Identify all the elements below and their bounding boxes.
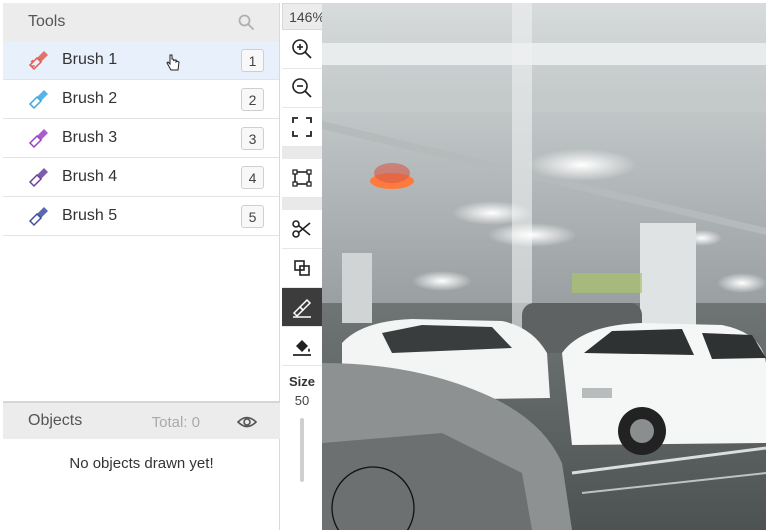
- shortcut-key: 1: [241, 49, 264, 72]
- tool-item-brush-2[interactable]: Brush 2 2: [3, 80, 279, 119]
- size-label: Size: [288, 374, 315, 389]
- tool-label: Brush 2: [62, 90, 118, 107]
- image-canvas[interactable]: [322, 3, 766, 530]
- tool-item-brush-5[interactable]: Brush 5 5: [3, 197, 279, 236]
- tool-label: Brush 5: [62, 207, 118, 224]
- fit-screen-button[interactable]: [282, 108, 322, 147]
- objects-title: Objects: [28, 412, 83, 429]
- objects-panel: Objects Total: 0 No objects drawn yet!: [3, 401, 280, 472]
- zoom-in-button[interactable]: [282, 30, 322, 69]
- shortcut-key: 3: [241, 127, 264, 150]
- brush-tool-button[interactable]: [282, 288, 322, 327]
- shortcut-key: 4: [241, 166, 264, 189]
- brush-1-icon: [28, 51, 48, 71]
- fit-screen-icon: [292, 117, 312, 137]
- scissors-button[interactable]: [282, 210, 322, 249]
- shortcut-key: 2: [241, 88, 264, 111]
- brush-icon: [292, 298, 312, 318]
- zoom-in-icon: [292, 39, 312, 59]
- brush-4-icon: [28, 168, 48, 188]
- tools-title: Tools: [28, 13, 66, 30]
- brush-size-control: Size 50: [282, 374, 322, 482]
- tool-item-brush-4[interactable]: Brush 4 4: [3, 158, 279, 197]
- layers-button[interactable]: [282, 249, 322, 288]
- fill-icon: [293, 340, 311, 356]
- objects-total: Total: 0: [151, 414, 200, 431]
- tool-label: Brush 3: [62, 129, 118, 146]
- brush-3-icon: [28, 129, 48, 149]
- toolbar-divider: [282, 198, 322, 210]
- tool-label: Brush 1: [62, 51, 118, 68]
- toolbar-divider: [282, 147, 322, 159]
- zoom-out-icon: [292, 78, 312, 98]
- zoom-out-button[interactable]: [282, 69, 322, 108]
- empty-objects-message: No objects drawn yet!: [69, 455, 214, 472]
- tools-panel: Tools Brush 1 1 Brush 2 2 Brush 3 3 Brus…: [3, 3, 280, 530]
- parking-garage-image: [322, 3, 766, 530]
- hand-cursor-icon: [166, 54, 180, 71]
- tool-item-brush-3[interactable]: Brush 3 3: [3, 119, 279, 158]
- scissors-icon: [292, 220, 311, 238]
- crop-box-icon: [292, 169, 312, 187]
- fill-button[interactable]: [282, 327, 322, 366]
- brush-2-icon: [28, 90, 48, 110]
- layers-icon: [294, 260, 310, 276]
- tool-label: Brush 4: [62, 168, 118, 185]
- search-icon[interactable]: [237, 13, 255, 31]
- tool-item-brush-1[interactable]: Brush 1 1: [3, 41, 279, 80]
- brush-5-icon: [28, 207, 48, 227]
- size-slider[interactable]: [300, 418, 304, 482]
- crop-box-button[interactable]: [282, 159, 322, 198]
- eye-icon[interactable]: [237, 414, 257, 430]
- size-value: 50: [294, 393, 310, 408]
- tools-header: Tools: [3, 3, 279, 41]
- objects-header: Objects Total: 0: [3, 401, 280, 439]
- shortcut-key: 5: [241, 205, 264, 228]
- vertical-toolbar: 146% Size 50: [282, 3, 332, 530]
